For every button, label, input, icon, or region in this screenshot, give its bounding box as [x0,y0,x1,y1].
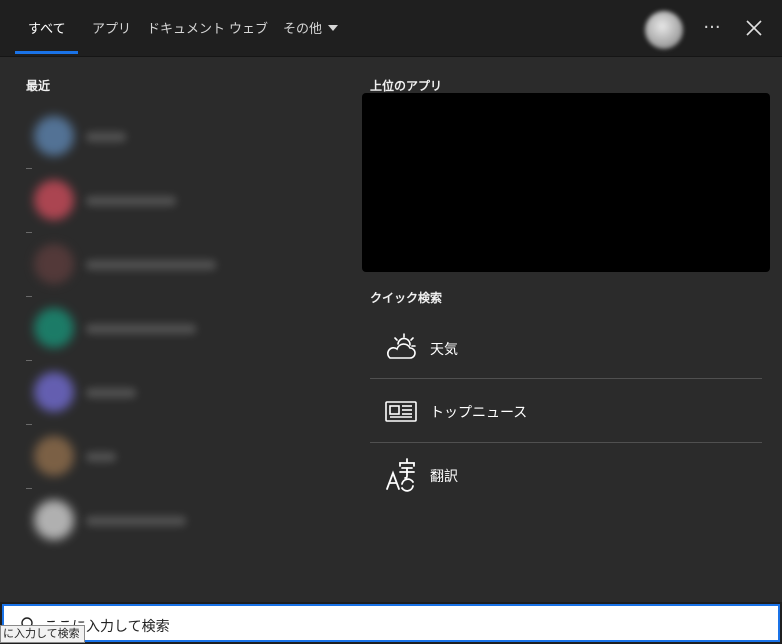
blurred-label [86,388,136,398]
tab-web[interactable]: ウェブ [229,18,268,40]
search-flyout-panel: すべて アプリ ドキュメント ウェブ その他 ··· 最近 上位のアプリ クイッ… [0,0,782,602]
quick-search-label: 翻訳 [430,469,458,485]
search-tooltip: に入力して検索 [0,625,85,643]
recent-item[interactable] [26,360,346,424]
app-icon [34,500,74,540]
recent-item[interactable] [26,296,346,360]
quick-search-weather[interactable]: 天気 [370,317,762,379]
blurred-label [86,324,196,334]
app-icon [34,244,74,284]
chevron-down-icon [328,25,339,31]
divider [26,232,32,233]
blurred-label [86,452,116,462]
recent-item[interactable] [26,104,346,168]
tab-apps[interactable]: アプリ [92,18,131,40]
weather-icon [387,333,416,359]
app-icon [34,116,74,156]
app-icon [34,180,74,220]
more-options-button[interactable]: ··· [700,14,724,42]
quick-search-label: トップニュース [430,405,528,421]
close-icon [746,20,762,36]
blurred-label [86,132,126,142]
quick-search-heading: クイック検索 [370,291,443,305]
app-icon [34,308,74,348]
app-icon [34,372,74,412]
tab-all[interactable]: すべて [28,18,66,40]
top-app-preview[interactable] [362,93,770,272]
tab-more-label: その他 [283,22,323,37]
recent-list [26,104,346,552]
search-box[interactable]: ここに入力して検索 [2,604,780,642]
divider [26,296,32,297]
blurred-label [86,516,186,526]
quick-search-top-news[interactable]: トップニュース [370,380,762,442]
recent-item[interactable] [26,488,346,552]
recent-heading: 最近 [26,79,51,93]
tab-documents[interactable]: ドキュメント [147,18,225,40]
blurred-label [86,260,216,270]
blurred-label [86,196,176,206]
divider [26,488,32,489]
tab-more[interactable]: その他 [283,18,339,40]
close-button[interactable] [742,16,766,40]
news-icon [385,401,417,422]
recent-item[interactable] [26,168,346,232]
active-tab-indicator [15,51,78,54]
divider [370,378,762,379]
app-icon [34,436,74,476]
divider [26,424,32,425]
divider [26,168,32,169]
divider [370,442,762,443]
top-apps-heading: 上位のアプリ [370,79,443,93]
divider [26,360,32,361]
avatar[interactable] [645,11,683,49]
translate-icon [386,458,415,492]
quick-search-label: 天気 [430,342,458,358]
quick-search-translate[interactable]: 翻訳 [370,444,762,506]
recent-item[interactable] [26,232,346,296]
tab-bar: すべて アプリ ドキュメント ウェブ その他 ··· [0,0,782,57]
recent-item[interactable] [26,424,346,488]
